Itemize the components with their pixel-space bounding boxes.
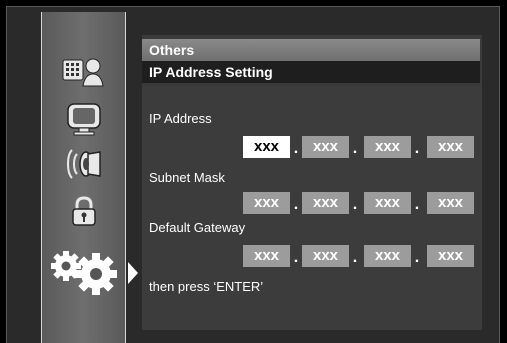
menu-title: Others	[142, 39, 480, 61]
ip-address-label: IP Address	[149, 111, 212, 126]
subnet-mask-label: Subnet Mask	[149, 170, 225, 185]
gateway-separator: .	[293, 249, 299, 266]
ip-separator: .	[352, 140, 358, 157]
gateway-octet-3[interactable]: xxx	[364, 245, 411, 267]
osd-screen: Others IP Address Setting IP Address xxx…	[0, 0, 507, 343]
ip-separator: .	[414, 140, 420, 157]
ip-octet-2[interactable]: xxx	[302, 136, 349, 158]
ip-octet-3[interactable]: xxx	[364, 136, 411, 158]
gateway-octet-4[interactable]: xxx	[427, 245, 474, 267]
selection-arrow-icon	[128, 262, 138, 284]
gateway-octet-1[interactable]: xxx	[243, 245, 290, 267]
subnet-octet-4[interactable]: xxx	[427, 192, 474, 214]
gateway-separator: .	[352, 249, 358, 266]
sidebar	[41, 12, 126, 343]
gears-icon[interactable]	[46, 246, 122, 296]
menu-subtitle: IP Address Setting	[142, 61, 480, 83]
instruction-text: then press ‘ENTER’	[149, 279, 264, 294]
default-gateway-label: Default Gateway	[149, 220, 246, 235]
display-icon[interactable]	[64, 100, 104, 138]
ip-octet-4[interactable]: xxx	[427, 136, 474, 158]
speaker-icon[interactable]	[62, 146, 106, 182]
gateway-octet-2[interactable]: xxx	[302, 245, 349, 267]
subnet-separator: .	[414, 196, 420, 213]
subnet-octet-3[interactable]: xxx	[364, 192, 411, 214]
subnet-octet-2[interactable]: xxx	[302, 192, 349, 214]
keypad-person-icon[interactable]	[59, 54, 109, 88]
gateway-separator: .	[414, 249, 420, 266]
subnet-octet-1[interactable]: xxx	[243, 192, 290, 214]
lock-icon[interactable]	[66, 194, 102, 230]
subnet-separator: .	[352, 196, 358, 213]
subnet-separator: .	[293, 196, 299, 213]
ip-separator: .	[293, 140, 299, 157]
ip-octet-1[interactable]: xxx	[243, 136, 290, 158]
